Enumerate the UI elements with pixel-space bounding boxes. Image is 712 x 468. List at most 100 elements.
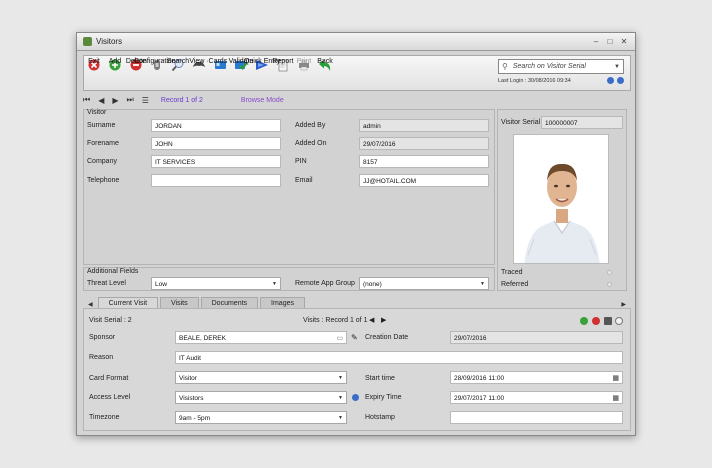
access-level-info-icon[interactable] — [352, 394, 359, 401]
calendar-icon[interactable]: ▦ — [612, 394, 619, 402]
added-by-label: Added By — [295, 122, 326, 129]
minimize-icon[interactable]: – — [591, 37, 601, 47]
timezone-label: Timezone — [89, 414, 120, 421]
chevron-down-icon: ▼ — [338, 415, 343, 421]
remote-app-group-value: (none) — [363, 281, 382, 288]
tab-visits[interactable]: Visits — [160, 297, 199, 308]
tab-images[interactable]: Images — [260, 297, 305, 308]
remote-app-group-label: Remote App Group — [295, 280, 355, 287]
forename-label: Forename — [87, 140, 119, 147]
print-button[interactable]: Print — [294, 58, 314, 74]
threat-level-label: Threat Level — [87, 280, 126, 287]
sponsor-edit-icon[interactable]: ✎ — [351, 333, 358, 342]
visit-info-icon[interactable] — [615, 317, 623, 325]
traced-indicator — [607, 270, 612, 275]
report-button[interactable]: Report — [272, 58, 294, 74]
expiry-time-value: 29/07/2017 11:00 — [454, 395, 505, 402]
visitors-window: Visitors – □ ✕ Exit Add Delete Configura… — [76, 32, 636, 436]
magnifier-icon: ⚲ — [502, 62, 508, 71]
configuration-button[interactable]: Configuration · — [134, 58, 180, 74]
tab-documents[interactable]: Documents — [200, 297, 259, 308]
search-area: ⚲ Search on Visitor Serial ▼ Last Login … — [498, 59, 624, 84]
browse-mode: Browse Mode — [240, 96, 284, 104]
visitor-photo — [513, 134, 609, 264]
next-record-icon[interactable]: ▶ — [112, 96, 118, 105]
added-on-field: 29/07/2016 — [359, 137, 489, 150]
chevron-down-icon[interactable]: ▼ — [614, 64, 620, 70]
search-button[interactable]: Search — [167, 58, 189, 74]
info-icon[interactable] — [617, 77, 624, 84]
visitor-serial-field: 100000007 — [541, 116, 623, 129]
reason-field[interactable]: IT Audit — [175, 351, 623, 364]
visit-serial: Visit Serial : 2 — [89, 317, 132, 324]
help-icon[interactable] — [607, 77, 614, 84]
expiry-time-label: Expiry Time — [365, 394, 402, 401]
card-format-select[interactable]: Visitor ▼ — [175, 371, 347, 384]
close-icon[interactable]: ✕ — [619, 37, 629, 47]
serial-search-input[interactable]: ⚲ Search on Visitor Serial ▼ — [498, 59, 624, 74]
delete-visit-icon[interactable] — [592, 317, 600, 325]
maximize-icon[interactable]: □ — [605, 37, 615, 47]
sponsor-lookup-icon[interactable]: ▭ — [336, 334, 343, 342]
referred-label: Referred — [501, 281, 529, 288]
access-level-value: Visistors — [179, 395, 204, 402]
timezone-select[interactable]: 9am - 5pm ▼ — [175, 411, 347, 424]
prev-record-icon[interactable]: ◀ — [98, 96, 104, 105]
last-record-icon[interactable]: ⏭ — [127, 95, 134, 105]
threat-level-value: Low — [155, 281, 167, 288]
chevron-down-icon: ▼ — [338, 375, 343, 381]
visits-record-counter: Visits : Record 1 of 1 — [303, 317, 368, 324]
creation-date-label: Creation Date — [365, 334, 409, 341]
view-button[interactable]: View · — [189, 58, 209, 74]
record-navigator: ⏮ ◀ ▶ ⏭ ☰ Record 1 of 2 Browse Mode — [83, 94, 631, 106]
start-time-field[interactable]: 28/09/2016 11:00 ▦ — [450, 371, 623, 384]
window-title: Visitors — [96, 37, 123, 46]
visitor-panel — [83, 109, 495, 265]
hotstamp-field[interactable] — [450, 411, 623, 424]
added-on-label: Added On — [295, 140, 327, 147]
added-by-field: admin — [359, 119, 489, 132]
chevron-down-icon: ▼ — [338, 395, 343, 401]
record-counter: Record 1 of 2 — [160, 96, 203, 104]
email-field[interactable]: JJ@HOTAIL.COM — [359, 174, 489, 187]
company-field[interactable]: IT SERVICES — [151, 155, 281, 168]
access-level-label: Access Level — [89, 394, 131, 401]
remote-app-group-select[interactable]: (none) ▼ — [359, 277, 489, 290]
tab-current-visit[interactable]: Current Visit — [97, 297, 159, 308]
surname-field[interactable]: JORDAN — [151, 119, 281, 132]
back-button[interactable]: Back — [315, 58, 335, 74]
visit-prev-icon[interactable]: ◀ — [369, 316, 374, 324]
traced-label: Traced — [501, 269, 523, 276]
calendar-icon[interactable]: ▦ — [612, 374, 619, 382]
chevron-down-icon: ▼ — [480, 281, 485, 287]
sponsor-label: Sponsor — [89, 334, 116, 341]
reason-label: Reason — [89, 354, 114, 361]
pin-field[interactable]: 8157 — [359, 155, 489, 168]
edit-visit-icon[interactable] — [604, 317, 612, 325]
hotstamp-label: Hotstamp — [365, 414, 395, 421]
timezone-value: 9am - 5pm — [179, 415, 211, 422]
quick-entry-button[interactable]: Quick Entry — [244, 58, 280, 74]
cards-button[interactable]: Cards · — [209, 58, 231, 74]
access-level-select[interactable]: Visistors ▼ — [175, 391, 347, 404]
telephone-field[interactable] — [151, 174, 281, 187]
sponsor-field[interactable]: BEALE, DEREK ▭ — [175, 331, 347, 344]
list-view-icon[interactable]: ☰ — [142, 96, 149, 105]
creation-date-field: 29/07/2016 — [450, 331, 623, 344]
start-time-label: Start time — [365, 375, 395, 382]
expiry-time-field[interactable]: 29/07/2017 11:00 ▦ — [450, 391, 623, 404]
add-button[interactable]: Add — [105, 58, 125, 74]
email-label: Email — [295, 177, 313, 184]
add-visit-icon[interactable] — [580, 317, 588, 325]
tab-scroll-right-icon[interactable]: ▶ — [621, 301, 626, 308]
visit-next-icon[interactable]: ▶ — [381, 316, 386, 324]
card-format-value: Visitor — [179, 375, 197, 382]
threat-level-select[interactable]: Low ▼ — [151, 277, 281, 290]
first-record-icon[interactable]: ⏮ — [83, 95, 90, 105]
forename-field[interactable]: JOHN — [151, 137, 281, 150]
exit-button[interactable]: Exit — [84, 58, 104, 74]
visitor-serial-label: Visitor Serial — [501, 119, 541, 126]
tab-scroll-left-icon[interactable]: ◀ — [88, 301, 93, 308]
additional-fields-label: Additional Fields — [87, 268, 139, 275]
pin-label: PIN — [295, 158, 307, 165]
